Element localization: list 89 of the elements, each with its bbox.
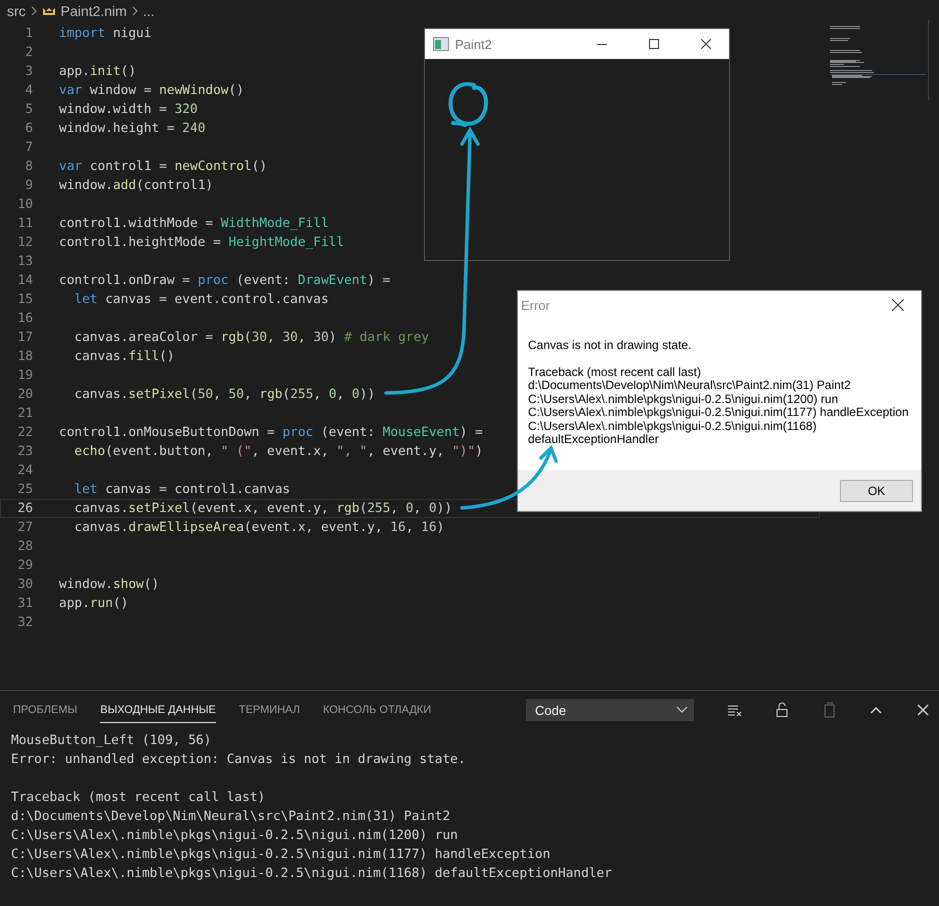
- code-text: app.run(): [59, 596, 128, 611]
- breadcrumb-file[interactable]: Paint2.nim: [60, 3, 127, 19]
- line-number: 8: [24, 159, 33, 174]
- line-number: 7: [24, 140, 33, 155]
- output-line: Error: unhandled exception: Canvas is not in drawing state.: [11, 752, 467, 769]
- code-text: control1.onDraw = proc (event: DrawEvent) =: [59, 273, 390, 288]
- line-number: 11: [16, 216, 33, 231]
- output-line: C:\Users\Alex\.nimble\pkgs\nigui-0.2.5\nigui.nim(1168) defaultExceptionHandler: [11, 866, 613, 883]
- breadcrumb-folder[interactable]: src: [7, 3, 26, 19]
- line-number: 29: [16, 558, 33, 573]
- code-text: control1.onMouseButtonDown = proc (event: MouseEvent) =: [59, 425, 483, 440]
- line-number: 5: [24, 102, 33, 117]
- line-number: 16: [16, 311, 33, 326]
- line-number: 20: [16, 387, 33, 402]
- traceback-line: C:\Users\Alex\.nimble\pkgs\nigui-0.2.5\nigui.nim(1177) handleException: [528, 406, 910, 420]
- line-number: 2: [24, 45, 33, 60]
- line-number: 32: [16, 615, 33, 630]
- line-number: 23: [16, 444, 33, 459]
- line-number: 19: [16, 368, 33, 383]
- chevron-icon: [30, 6, 37, 16]
- app-icon: [433, 37, 449, 51]
- output-line: d:\Documents\Develop\Nim\Neural\src\Paint2.nim(31) Paint2: [11, 809, 452, 826]
- code-text: control1.heightMode = HeightMode_Fill: [59, 235, 344, 250]
- traceback-line: Traceback (most recent call last): [528, 366, 702, 379]
- lock-icon[interactable]: [774, 702, 790, 718]
- line-number: 14: [16, 273, 33, 288]
- line-number: 13: [16, 254, 33, 269]
- traceback-line: defaultExceptionHandler: [528, 433, 659, 446]
- line-number: 28: [16, 539, 33, 554]
- line-number: 9: [24, 178, 33, 193]
- code-text: canvas.setPixel(50, 50, rgb(255, 0, 0)): [73, 387, 376, 402]
- maximize-icon: [649, 39, 659, 49]
- chevron-icon: [132, 6, 138, 16]
- output-line: C:\Users\Alex\.nimble\pkgs\nigui-0.2.5\nigui.nim(1177) handleException: [11, 847, 552, 864]
- code-text: let canvas = control1.canvas: [73, 482, 290, 497]
- window-title: Paint2: [455, 36, 493, 52]
- line-number: 17: [16, 330, 33, 345]
- panel-tab[interactable]: ПРОБЛЕМЫ: [13, 698, 78, 722]
- line-number: 4: [24, 83, 33, 98]
- panel-tab[interactable]: ТЕРМИНАЛ: [238, 698, 300, 722]
- code-text: window.height = 240: [59, 121, 206, 136]
- line-number: 31: [16, 596, 33, 611]
- line-number: 24: [16, 463, 33, 478]
- traceback-line: C:\Users\Alex\.nimble\pkgs\nigui-0.2.5\nigui.nim(1200) run: [528, 392, 840, 406]
- code-text: var window = newWindow(): [59, 83, 244, 98]
- breadcrumb-more[interactable]: ...: [142, 3, 154, 19]
- code-text: window.width = 320: [59, 102, 198, 117]
- close-icon: [892, 299, 904, 311]
- line-number: 22: [16, 425, 33, 440]
- panel-tab[interactable]: КОНСОЛЬ ОТЛАДКИ: [322, 698, 432, 722]
- code-text: canvas.areaColor = rgb(30, 30, 30) # dark grey: [73, 330, 429, 345]
- close-icon[interactable]: [915, 702, 931, 718]
- close-icon: [701, 39, 711, 49]
- traceback-line: d:\Documents\Develop\Nim\Neural\src\Paint2.nim(31) Paint2: [528, 379, 852, 392]
- line-number: 25: [16, 482, 33, 497]
- code-text: var control1 = newControl(): [59, 159, 268, 174]
- output-line: Traceback (most recent call last): [11, 790, 266, 807]
- code-text: app.init(): [59, 64, 136, 79]
- code-text: window.add(control1): [59, 178, 214, 193]
- line-number: 3: [24, 64, 33, 79]
- code-text: canvas.setPixel(event.x, event.y, rgb(255, 0, 0)): [73, 501, 452, 516]
- code-text: import nigui: [59, 26, 152, 41]
- line-number: 1: [24, 26, 33, 41]
- code-text: control1.widthMode = WidthMode_Fill: [59, 216, 329, 231]
- code-text: let canvas = event.control.canvas: [73, 292, 329, 307]
- line-number: 27: [16, 520, 33, 535]
- line-number: 6: [24, 121, 33, 136]
- line-number: 12: [16, 235, 33, 250]
- error-message: Canvas is not in drawing state.: [528, 339, 692, 352]
- output-line: MouseButton_Left (109, 56): [11, 733, 212, 750]
- line-number: 15: [16, 292, 33, 307]
- circle-drawing: [448, 82, 488, 127]
- code-text: canvas.drawEllipseArea(event.x, event.y, 16, 16): [73, 520, 444, 535]
- panel-tab[interactable]: ВЫХОДНЫЕ ДАННЫЕ: [100, 698, 216, 722]
- ok-button[interactable]: OK: [840, 480, 913, 502]
- dialog-title: Error: [521, 298, 551, 312]
- output-line: C:\Users\Alex\.nimble\pkgs\nigui-0.2.5\nigui.nim(1200) run: [11, 828, 459, 845]
- code-text: canvas.fill(): [73, 349, 175, 364]
- chevron-down-icon: [676, 706, 688, 714]
- line-number: 21: [16, 406, 33, 421]
- traceback-line: C:\Users\Alex\.nimble\pkgs\nigui-0.2.5\nigui.nim(1168): [528, 420, 818, 433]
- line-number: 10: [16, 197, 33, 212]
- output-channel-dropdown[interactable]: Code: [526, 699, 694, 721]
- line-number: 26: [16, 501, 33, 516]
- code-text: echo(event.button, " (", event.x, ", ", event.y, ")"): [73, 444, 483, 459]
- line-number: 30: [16, 577, 33, 592]
- line-number: 18: [16, 349, 33, 364]
- crown-icon: [42, 6, 56, 16]
- code-text: window.show(): [59, 577, 160, 592]
